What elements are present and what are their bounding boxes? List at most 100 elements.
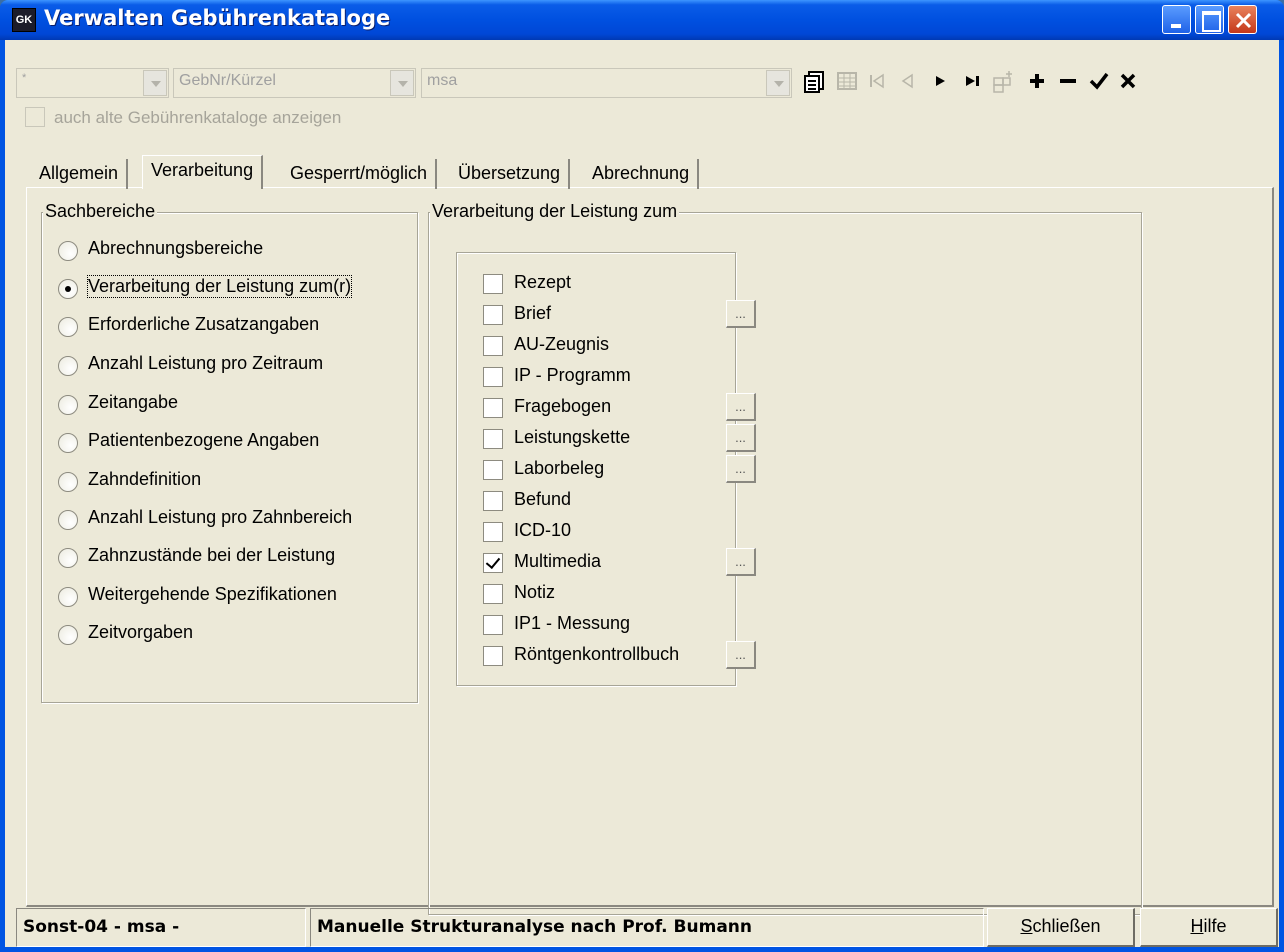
radio-button[interactable] xyxy=(58,472,78,492)
status-bar: Sonst-04 - msa - Manuelle Strukturanalys… xyxy=(16,908,1279,947)
filter-combobox[interactable]: * xyxy=(16,68,169,98)
multimedia-options-button[interactable]: ... xyxy=(726,548,756,576)
radio-label: Anzahl Leistung pro Zeitraum xyxy=(88,353,324,373)
checkbox-label: Laborbeleg xyxy=(514,458,605,478)
confirm-icon[interactable] xyxy=(1085,70,1113,98)
checkbox[interactable] xyxy=(483,274,503,294)
close-button[interactable] xyxy=(1228,5,1257,34)
radio-label: Verarbeitung der Leistung zum(r) xyxy=(86,275,353,298)
radio-button[interactable] xyxy=(58,395,78,415)
status-record-description: Manuelle Strukturanalyse nach Prof. Buma… xyxy=(310,908,984,947)
maximize-button[interactable] xyxy=(1195,5,1224,34)
schliessen-button[interactable]: Schließen xyxy=(987,908,1135,947)
show-old-catalogs-checkbox[interactable] xyxy=(25,107,45,127)
radio-button[interactable] xyxy=(58,625,78,645)
minimize-button[interactable] xyxy=(1162,5,1191,34)
client-area: * GebNr/Kürzel msa auch alte Gebührenkat… xyxy=(5,40,1279,947)
cancel-icon[interactable] xyxy=(1114,70,1142,98)
checkbox-label: AU-Zeugnis xyxy=(514,334,610,354)
previous-record-icon[interactable] xyxy=(893,70,921,98)
radio-label: Zahnzustände bei der Leistung xyxy=(88,545,336,565)
next-record-icon[interactable] xyxy=(926,70,954,98)
checkbox[interactable] xyxy=(483,615,503,635)
grid-view-icon[interactable] xyxy=(833,70,861,98)
title-bar[interactable]: GK Verwalten Gebührenkataloge xyxy=(0,0,1284,40)
chevron-down-icon[interactable] xyxy=(766,70,790,96)
delete-icon[interactable] xyxy=(1054,70,1082,98)
checkbox[interactable] xyxy=(483,491,503,511)
hilfe-mnemonic: H xyxy=(1190,916,1204,936)
radio-button[interactable] xyxy=(58,548,78,568)
last-record-icon[interactable] xyxy=(959,70,987,98)
hilfe-button[interactable]: Hilfe xyxy=(1140,908,1278,947)
checkbox[interactable] xyxy=(483,584,503,604)
radio-label: Erforderliche Zusatzangaben xyxy=(88,314,320,334)
checkbox-label: Röntgenkontrollbuch xyxy=(514,644,680,664)
laborbeleg-options-button[interactable]: ... xyxy=(726,455,756,483)
checkbox-label: IP1 - Messung xyxy=(514,613,631,633)
show-old-catalogs-label: auch alte Gebührenkataloge anzeigen xyxy=(54,108,342,127)
radio-button[interactable] xyxy=(58,587,78,607)
radio-label: Zeitangabe xyxy=(88,392,179,412)
checkbox-label: Multimedia xyxy=(514,551,602,571)
chevron-down-icon[interactable] xyxy=(390,70,414,96)
brief-options-button[interactable]: ... xyxy=(726,300,756,328)
sachbereiche-group-title: Sachbereiche xyxy=(43,201,158,222)
radio-button[interactable] xyxy=(58,356,78,376)
verarbeitung-group-title: Verarbeitung der Leistung zum xyxy=(430,201,680,222)
search-value-combobox[interactable]: msa xyxy=(421,68,792,98)
radio-button[interactable] xyxy=(58,510,78,530)
verarbeitung-options-panel: Rezept Brief ... AU-Zeugnis IP - Program… xyxy=(456,252,756,686)
radio-button[interactable] xyxy=(58,317,78,337)
checkbox-label: Befund xyxy=(514,489,572,509)
checkbox[interactable] xyxy=(483,367,503,387)
radio-label: Zeitvorgaben xyxy=(88,622,194,642)
close-icon xyxy=(1235,12,1252,29)
radio-label: Abrechnungsbereiche xyxy=(88,238,264,258)
search-value-text: msa xyxy=(427,72,458,89)
window-border xyxy=(0,947,1284,952)
roentgenkontrollbuch-options-button[interactable]: ... xyxy=(726,641,756,669)
checkbox[interactable] xyxy=(483,522,503,542)
tab-uebersetzung[interactable]: Übersetzung xyxy=(450,159,571,189)
search-field-combobox[interactable]: GebNr/Kürzel xyxy=(173,68,416,98)
chevron-down-icon[interactable] xyxy=(143,70,167,96)
hilfe-label: ilfe xyxy=(1203,916,1227,936)
radio-label: Zahndefinition xyxy=(88,469,202,489)
radio-button[interactable] xyxy=(58,241,78,261)
checkbox-label: Leistungskette xyxy=(514,427,631,447)
tab-gesperrt-moeglich[interactable]: Gesperrt/möglich xyxy=(282,159,438,189)
checkbox-label: Rezept xyxy=(514,272,572,292)
fragebogen-options-button[interactable]: ... xyxy=(726,393,756,421)
window-title: Verwalten Gebührenkataloge xyxy=(44,6,391,30)
schliessen-mnemonic: S xyxy=(1020,916,1033,936)
checkbox-label: Fragebogen xyxy=(514,396,612,416)
copy-records-icon[interactable] xyxy=(800,70,828,98)
leistungskette-options-button[interactable]: ... xyxy=(726,424,756,452)
checkbox[interactable] xyxy=(483,305,503,325)
add-subrecord-icon[interactable] xyxy=(990,70,1018,98)
filter-combobox-value: * xyxy=(22,72,27,84)
tab-verarbeitung[interactable]: Verarbeitung xyxy=(142,155,264,189)
tab-abrechnung[interactable]: Abrechnung xyxy=(584,159,700,189)
checkbox-label: Brief xyxy=(514,303,552,323)
tab-allgemein[interactable]: Allgemein xyxy=(31,159,129,189)
checkbox[interactable] xyxy=(483,460,503,480)
app-icon: GK xyxy=(12,8,36,32)
checkbox-checked[interactable] xyxy=(483,553,503,573)
checkbox[interactable] xyxy=(483,646,503,666)
add-icon[interactable] xyxy=(1023,70,1051,98)
checkbox[interactable] xyxy=(483,398,503,418)
schliessen-label: chließen xyxy=(1032,916,1101,936)
radio-button-selected[interactable] xyxy=(58,279,78,299)
radio-button[interactable] xyxy=(58,433,78,453)
application-window: GK Verwalten Gebührenkataloge * GebNr/Kü… xyxy=(0,0,1284,952)
checkbox-label: IP - Programm xyxy=(514,365,631,385)
checkbox-label: Notiz xyxy=(514,582,556,602)
search-field-value: GebNr/Kürzel xyxy=(179,72,276,89)
checkbox[interactable] xyxy=(483,336,503,356)
checkbox[interactable] xyxy=(483,429,503,449)
radio-label: Patientenbezogene Angaben xyxy=(88,430,320,450)
first-record-icon[interactable] xyxy=(863,70,891,98)
status-record-code: Sonst-04 - msa - xyxy=(16,908,306,947)
